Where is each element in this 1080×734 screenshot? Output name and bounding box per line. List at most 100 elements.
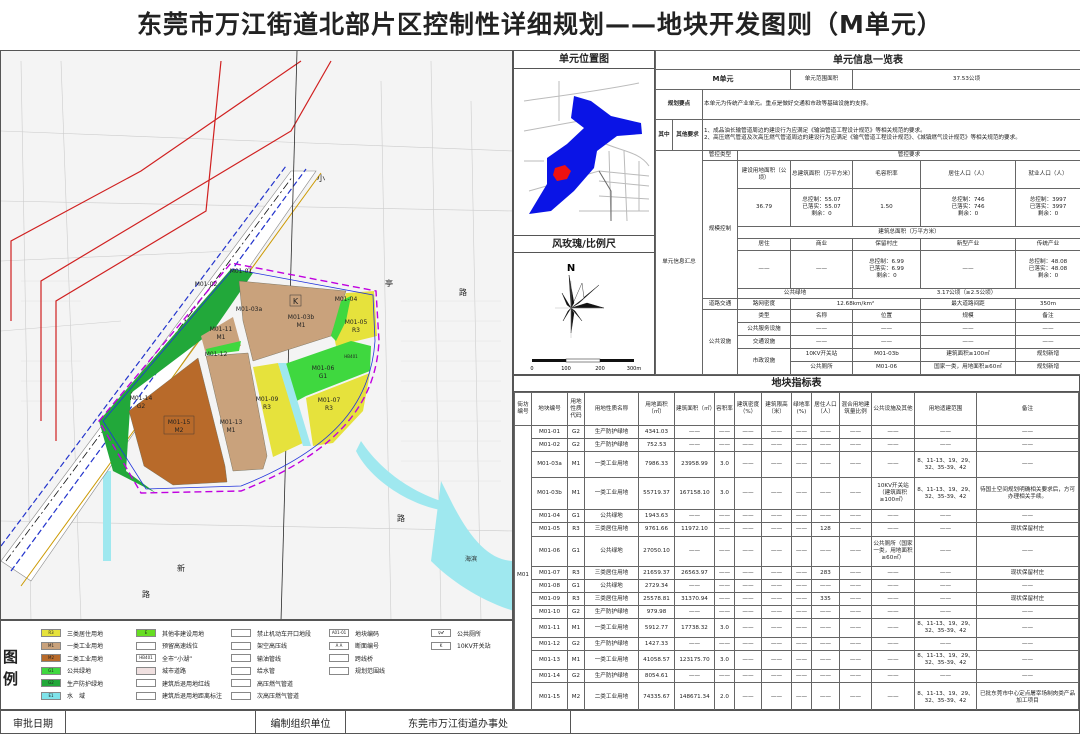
svg-text:R3: R3 xyxy=(352,327,360,334)
cell: M01-02 xyxy=(531,438,568,452)
legend-item: R3 三类居住用地 xyxy=(41,627,103,640)
parcel-row[interactable]: M01-03b M1 一类工业用地 55719.37 167158.10 3.0 —— —— —… xyxy=(515,477,1079,510)
svg-text:HB401: HB401 xyxy=(344,354,358,359)
svg-text:M01-06: M01-06 xyxy=(312,365,335,372)
column-header: 用地性质代码 xyxy=(567,392,585,426)
cell: —— xyxy=(761,522,792,537)
cell: 一类工业用地 xyxy=(584,477,639,510)
cell: —— xyxy=(839,650,872,670)
cell: —— xyxy=(914,592,977,606)
parcel-row[interactable]: M01-09 R3 三类居住用地 25578.81 31370.94 —— —— —— —— 33… xyxy=(515,592,1079,606)
legend-label: 给水管 xyxy=(257,668,276,676)
legend-item: G1 公共绿地 xyxy=(41,665,103,678)
parcel-row[interactable]: M01-10 G2 生产防护绿地 979.98 —— —— —— —— —— —— —— —— —— —— xyxy=(515,605,1079,619)
parcel-row[interactable]: M01-06 G1 公共绿地 27050.10 —— —— —— —— —— —— —— 公共厕所（国… xyxy=(515,536,1079,567)
svg-text:M01-05: M01-05 xyxy=(345,319,368,326)
legend-swatch-icon xyxy=(231,641,251,650)
cell: —— xyxy=(734,669,762,683)
cell: —— xyxy=(914,605,977,619)
cell: 现状保留村庄 xyxy=(976,592,1079,606)
legend-swatch-icon xyxy=(231,679,251,688)
parcel-row[interactable]: M01-05 R3 三类居住用地 9761.66 11972.10 —— —— —— —— 128… xyxy=(515,522,1079,537)
legend-swatch-icon xyxy=(136,691,156,700)
legend-label: 输油管线 xyxy=(257,655,282,663)
cell: M01-13 xyxy=(531,650,568,670)
legend-item: 架空高压线 xyxy=(231,640,311,653)
cell: 公共绿地 xyxy=(584,579,639,593)
cell: —— xyxy=(839,669,872,683)
cell: M01-14 xyxy=(531,669,568,683)
north-label: N xyxy=(567,263,575,274)
cell: 167158.10 xyxy=(674,477,715,510)
cell: —— xyxy=(871,438,915,452)
cell: G1 xyxy=(567,509,585,523)
column-header: 用地性质名称 xyxy=(584,392,639,426)
svg-text:M01-07: M01-07 xyxy=(318,397,341,404)
cell: —— xyxy=(761,650,792,670)
approval-date-value xyxy=(66,711,256,733)
cell: —— xyxy=(714,637,735,651)
cell: —— xyxy=(791,522,812,537)
cell: —— xyxy=(714,579,735,593)
parcel-row[interactable]: M01-07 R3 三类居住用地 21659.37 26563.97 —— —— —— —— 28… xyxy=(515,566,1079,580)
legend-swatch-icon: A A xyxy=(329,641,349,650)
cell: —— xyxy=(914,425,977,439)
legend-swatch-icon: E1 xyxy=(41,691,61,700)
svg-text:100: 100 xyxy=(561,366,571,372)
cell: —— xyxy=(839,637,872,651)
wind-rose-title: 风玫瑰/比例尺 xyxy=(514,235,654,253)
cell: —— xyxy=(791,605,812,619)
cell: 二类工业用地 xyxy=(584,682,639,713)
cell: —— xyxy=(791,579,812,593)
cell: —— xyxy=(761,438,792,452)
parcel-row[interactable]: M01-02 G2 生产防护绿地 752.53 —— —— —— —— —— —— —— —— —— —— xyxy=(515,438,1079,452)
svg-text:M01-11: M01-11 xyxy=(210,326,233,333)
cell: 10KV开关站（建筑面积≥100㎡） xyxy=(871,477,915,510)
cell: 现状保留村庄 xyxy=(976,566,1079,580)
legend-swatch-icon: A01-01 xyxy=(329,629,349,638)
parcel-row[interactable]: M01-13 M1 一类工业用地 41058.57 123175.70 3.0 —— —— ——… xyxy=(515,650,1079,670)
cell: —— xyxy=(714,425,735,439)
svg-text:0: 0 xyxy=(530,366,533,372)
cell: —— xyxy=(839,438,872,452)
parcel-row[interactable]: M01-15 M2 二类工业用地 74335.67 148671.34 2.0 —— —— ——… xyxy=(515,682,1079,713)
cell: 生产防护绿地 xyxy=(584,637,639,651)
cell: —— xyxy=(839,566,872,580)
cell: 74335.67 xyxy=(638,682,675,713)
parcel-row[interactable]: M01-03a M1 一类工业用地 7986.33 23958.99 3.0 —— —— —— —… xyxy=(515,451,1079,478)
cell: —— xyxy=(871,682,915,713)
cell: M01-11 xyxy=(531,618,568,638)
legend-label: 公共厕所 xyxy=(457,630,482,638)
column-header: 建筑密度（%） xyxy=(734,392,762,426)
parcel-row[interactable]: M01-12 G2 生产防护绿地 1427.33 —— —— —— —— —— —— —— —— —— —… xyxy=(515,637,1079,651)
parcel-row[interactable]: M01-14 G2 生产防护绿地 8054.61 —— —— —— —— —— —— —— —— —— —… xyxy=(515,669,1079,683)
cell: —— xyxy=(811,605,840,619)
cell: 已批东莞市中心定点屠宰场制肉类产品加工项目 xyxy=(976,682,1079,713)
column-header: 绿地率(%) xyxy=(791,392,812,426)
cell: —— xyxy=(976,509,1079,523)
cell: —— xyxy=(976,637,1079,651)
legend-item: 规划范围线 xyxy=(329,665,385,678)
cell: —— xyxy=(839,536,872,567)
cell: 7986.33 xyxy=(638,451,675,478)
cell: M01-10 xyxy=(531,605,568,619)
legend-item: A01-01 地块编码 xyxy=(329,627,385,640)
parcel-row[interactable]: M01 M01-01 G2 生产防护绿地 4341.03 —— —— —— —— —— —— —— ——… xyxy=(514,425,1079,726)
cell: —— xyxy=(811,451,840,478)
cell: M01-08 xyxy=(531,579,568,593)
legend-label: 生产防护绿地 xyxy=(67,680,104,688)
legend-label: 全市“小湖” xyxy=(162,655,193,663)
parcel-row[interactable]: M01-08 G1 公共绿地 2729.34 —— —— —— —— —— —— —— —— —— —— xyxy=(515,579,1079,593)
cell: 一类工业用地 xyxy=(584,451,639,478)
cell: —— xyxy=(914,509,977,523)
parcel-row[interactable]: M01-04 G1 公共绿地 1943.63 —— —— —— —— —— —— —— —— —— —— xyxy=(515,509,1079,523)
legend-swatch-icon xyxy=(231,629,251,638)
legend-item: 输油管线 xyxy=(231,652,311,665)
legend-swatch-icon: HB401 xyxy=(136,654,156,663)
legend-label: 规划范围线 xyxy=(355,668,386,676)
cell: —— xyxy=(839,522,872,537)
cell: 3.0 xyxy=(714,451,735,478)
cell: —— xyxy=(734,579,762,593)
document-title: 东莞市万江街道北部片区控制性详细规划——地块开发图则（M单元） xyxy=(137,10,943,39)
parcel-row[interactable]: M01-11 M1 一类工业用地 5912.77 17738.32 3.0 —— —— —— ——… xyxy=(515,618,1079,638)
